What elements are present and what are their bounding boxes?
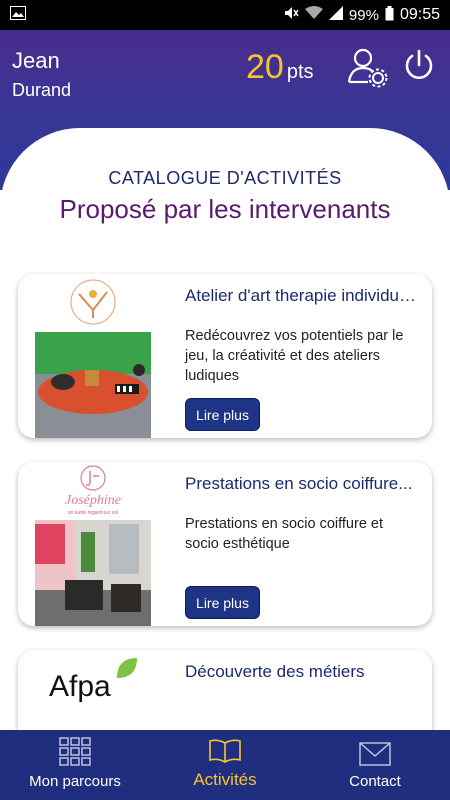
activity-title: Atelier d'art therapie individuel... xyxy=(185,286,425,305)
nav-mon-parcours[interactable]: Mon parcours xyxy=(0,730,150,800)
user-last-name: Durand xyxy=(12,80,72,100)
signal-icon xyxy=(328,6,343,24)
activity-card[interactable]: Joséphine un autre regard sur soi Presta… xyxy=(18,462,432,626)
nav-contact[interactable]: Contact xyxy=(300,730,450,800)
logo-tagline: un autre regard sur soi xyxy=(68,510,118,516)
activity-title: Découverte des métiers xyxy=(185,662,365,681)
read-more-button[interactable]: Lire plus xyxy=(185,398,260,431)
mute-icon xyxy=(283,5,299,25)
points-display: 20 pts xyxy=(246,48,314,87)
activity-card[interactable]: Atelier d'art therapie individuel... Red… xyxy=(18,274,432,438)
logout-button[interactable] xyxy=(402,48,436,82)
catalog-title: CATALOGUE D'ACTIVITÉS xyxy=(108,168,342,188)
activity-description: Redécouvrez vos potentiels par le jeu, l… xyxy=(185,328,404,384)
clock: 09:55 xyxy=(399,6,440,23)
book-icon xyxy=(209,739,241,763)
points-unit: pts xyxy=(286,61,314,83)
catalog-sheet: CATALOGUE D'ACTIVITÉS Proposé par les in… xyxy=(0,128,450,730)
status-bar: 99% 09:55 xyxy=(0,0,450,30)
user-settings-icon xyxy=(347,48,388,88)
activity-image xyxy=(35,274,151,438)
activity-image: Afpa xyxy=(35,650,151,730)
catalog-subtitle: Proposé par les intervenants xyxy=(59,194,391,224)
nav-label: Activités xyxy=(193,770,257,789)
user-settings-button[interactable] xyxy=(346,46,390,90)
activity-card[interactable]: Afpa Découverte des métiers xyxy=(18,650,432,730)
nav-label: Mon parcours xyxy=(29,773,121,790)
activity-image: Joséphine un autre regard sur soi xyxy=(35,462,151,626)
battery-icon xyxy=(385,5,394,25)
mail-icon xyxy=(359,742,391,766)
bottom-nav: Mon parcours Activités Contact xyxy=(0,730,450,800)
battery-percent: 99% xyxy=(348,6,379,24)
gallery-notification-icon xyxy=(10,6,26,24)
wifi-icon xyxy=(304,6,323,24)
activity-title: Prestations en socio coiffure... xyxy=(185,474,413,493)
nav-label: Contact xyxy=(349,773,401,790)
points-value: 20 xyxy=(246,48,284,86)
read-more-button[interactable]: Lire plus xyxy=(185,586,260,619)
afpa-logo-text: Afpa xyxy=(49,670,111,703)
activity-description: Prestations en socio coiffure et socio e… xyxy=(185,516,384,552)
logo-text: Joséphine xyxy=(65,493,121,508)
power-icon xyxy=(405,49,433,79)
nav-activites[interactable]: Activités xyxy=(150,730,300,800)
grid-icon xyxy=(59,737,91,766)
user-first-name: Jean xyxy=(12,48,60,73)
